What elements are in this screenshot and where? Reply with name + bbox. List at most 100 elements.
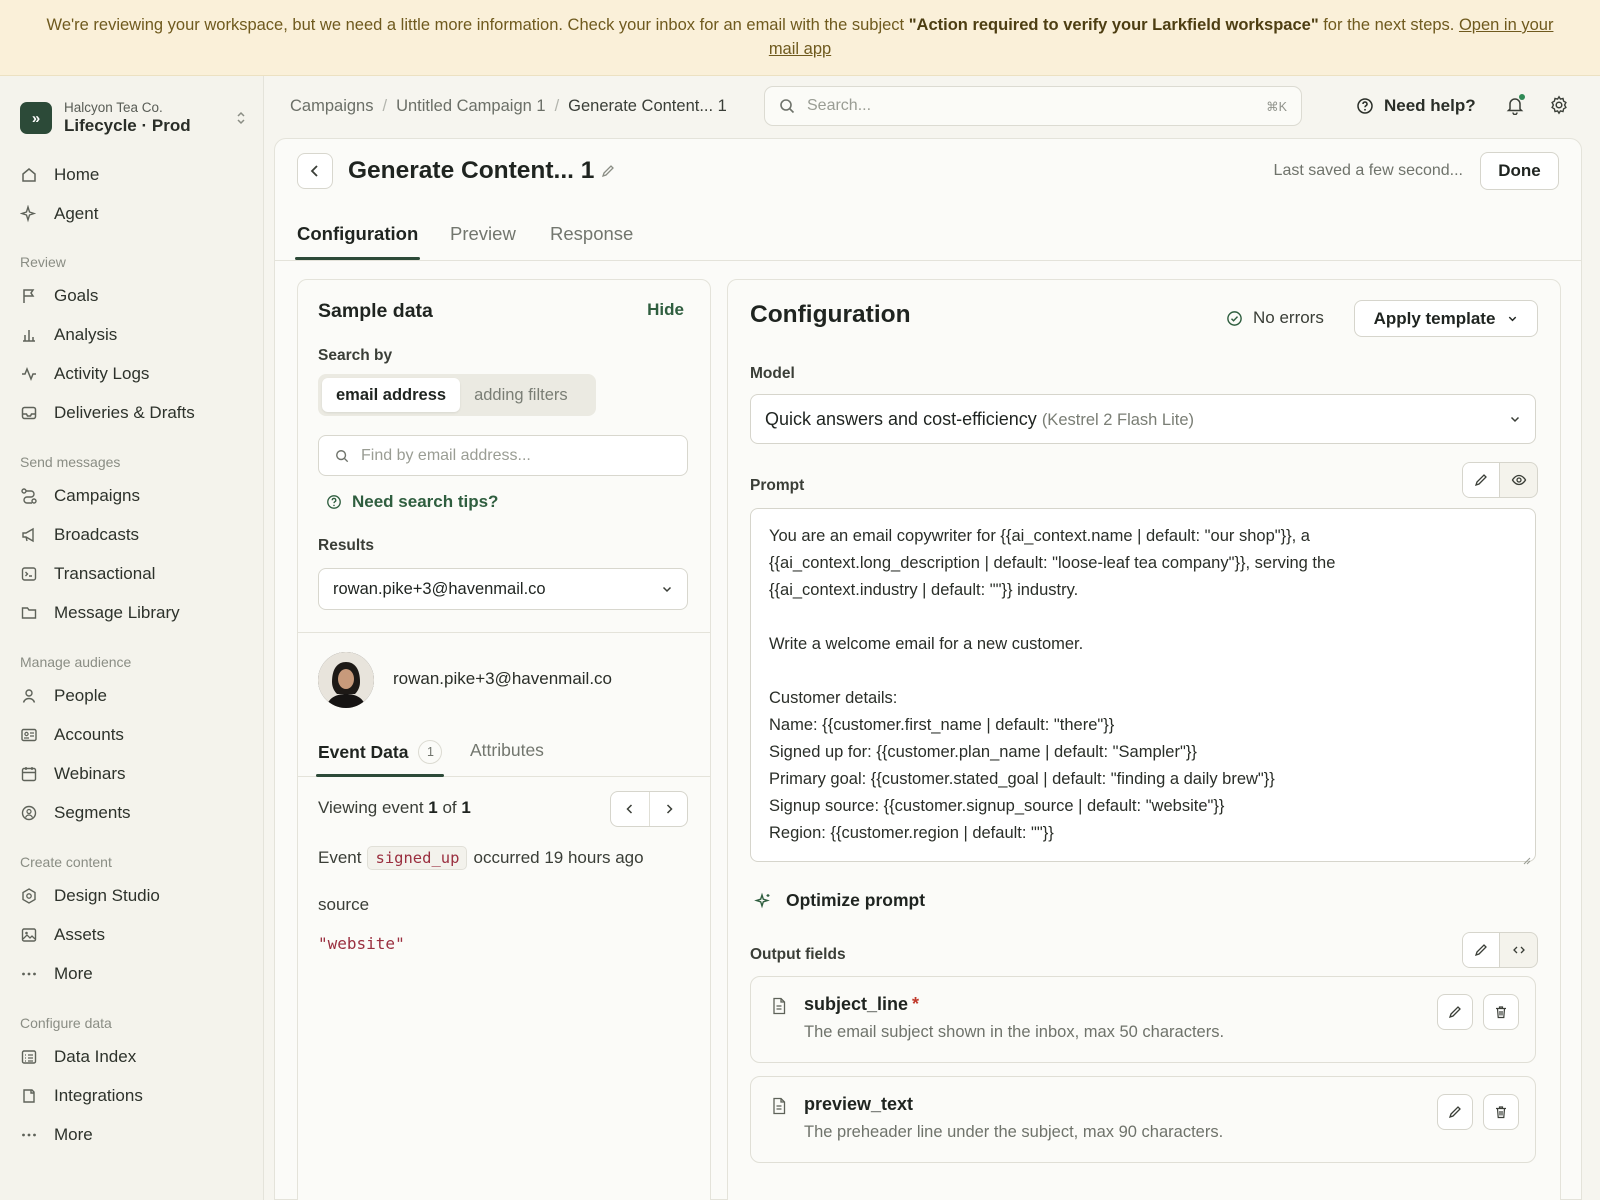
apply-template-button[interactable]: Apply template: [1354, 300, 1538, 337]
sidebar-item-deliveries[interactable]: Deliveries & Drafts: [20, 398, 246, 428]
sidebar-item-message-library[interactable]: Message Library: [20, 598, 246, 628]
trash-icon: [1496, 1106, 1506, 1119]
plug-icon: [20, 1087, 38, 1105]
prompt-line: You are an email copywriter for {{ai_con…: [769, 527, 1310, 545]
model-sub-value: (Kestrel 2 Flash Lite): [1041, 410, 1195, 429]
sidebar-item-agent[interactable]: Agent: [20, 199, 246, 229]
sidebar-item-accounts[interactable]: Accounts: [20, 720, 246, 750]
sidebar-item-home[interactable]: Home: [20, 160, 246, 190]
done-button[interactable]: Done: [1480, 152, 1559, 190]
prompt-preview-button[interactable]: [1500, 463, 1537, 497]
more-icon: [20, 965, 38, 983]
sidebar-item-broadcasts[interactable]: Broadcasts: [20, 520, 246, 550]
active-tab-indicator: [295, 257, 420, 260]
breadcrumb-separator: /: [554, 96, 560, 115]
resize-handle-icon[interactable]: [1521, 847, 1531, 865]
hide-sample-button[interactable]: Hide: [647, 300, 684, 320]
calendar-icon: [20, 765, 38, 783]
more-icon: [20, 1126, 38, 1144]
previous-event-button[interactable]: [611, 792, 649, 826]
output-field-description: The preheader line under the subject, ma…: [804, 1123, 1224, 1141]
notifications-button[interactable]: [1503, 93, 1527, 117]
prompt-line: Primary goal: {{customer.stated_goal | d…: [769, 770, 1275, 788]
tab-attributes[interactable]: Attributes: [470, 740, 544, 761]
sidebar-item-integrations[interactable]: Integrations: [20, 1081, 246, 1111]
question-circle-icon: [326, 494, 342, 510]
optimize-prompt-button[interactable]: Optimize prompt: [754, 890, 925, 911]
nav-section-manage-audience: Manage audience: [20, 654, 132, 670]
model-label: Model: [750, 365, 795, 382]
next-event-button[interactable]: [649, 792, 687, 826]
verification-banner: We're reviewing your workspace, but we n…: [0, 0, 1600, 76]
tab-configuration[interactable]: Configuration: [297, 221, 418, 247]
chevron-up-down-icon: [236, 111, 246, 126]
sidebar-item-segments[interactable]: Segments: [20, 798, 246, 828]
edit-title-button[interactable]: [598, 161, 618, 181]
chevron-left-icon: [310, 165, 318, 177]
sample-data-title: Sample data: [318, 300, 433, 322]
sidebar-item-label: Message Library: [54, 603, 180, 622]
sidebar-item-webinars[interactable]: Webinars: [20, 759, 246, 789]
settings-button[interactable]: [1547, 93, 1571, 117]
sidebar-item-goals[interactable]: Goals: [20, 281, 246, 311]
optimize-prompt-label: Optimize prompt: [786, 890, 926, 910]
sidebar-item-analysis[interactable]: Analysis: [20, 320, 246, 350]
tab-response[interactable]: Response: [550, 221, 633, 247]
sidebar-item-label: Webinars: [54, 764, 126, 783]
breadcrumb-campaign[interactable]: Untitled Campaign 1: [396, 97, 546, 116]
back-button[interactable]: [297, 153, 333, 189]
delete-field-button[interactable]: [1483, 994, 1519, 1030]
results-value: rowan.pike+3@havenmail.co: [333, 579, 546, 598]
help-button[interactable]: Need help?: [1356, 93, 1476, 119]
find-by-email-input[interactable]: Find by email address...: [318, 435, 688, 476]
sidebar-item-label: Assets: [54, 925, 106, 944]
breadcrumb-separator: /: [382, 96, 388, 115]
sidebar-item-people[interactable]: People: [20, 681, 246, 711]
sidebar-item-label: Agent: [54, 204, 99, 223]
viewing-event-text: Viewing event 1 of 1: [318, 798, 471, 818]
results-select[interactable]: rowan.pike+3@havenmail.co: [318, 568, 688, 610]
prompt-line: {{ai_context.long_description | default:…: [769, 554, 1336, 572]
viewing-prefix: Viewing event: [318, 798, 429, 817]
sparkle-icon: [20, 205, 38, 223]
breadcrumb-campaigns[interactable]: Campaigns: [290, 97, 373, 116]
search-tips-link[interactable]: Need search tips?: [326, 492, 498, 512]
sidebar-item-campaigns[interactable]: Campaigns: [20, 481, 246, 511]
search-by-email-option[interactable]: email address: [322, 378, 461, 412]
sidebar-item-activity-logs[interactable]: Activity Logs: [20, 359, 246, 389]
output-field-card: preview_text The preheader line under th…: [750, 1076, 1536, 1163]
banner-text: We're reviewing your workspace, but we n…: [46, 16, 909, 34]
sidebar-item-data-index[interactable]: Data Index: [20, 1042, 246, 1072]
output-fields-label: Output fields: [750, 946, 846, 963]
prompt-textarea[interactable]: You are an email copywriter for {{ai_con…: [750, 508, 1536, 865]
global-search[interactable]: Search... ⌘K: [764, 86, 1302, 126]
edit-field-button[interactable]: [1437, 1094, 1473, 1130]
person-email: rowan.pike+3@havenmail.co: [393, 669, 613, 688]
viewing-current: 1: [428, 798, 438, 817]
edit-field-button[interactable]: [1437, 994, 1473, 1030]
output-code-button[interactable]: [1500, 933, 1537, 967]
sidebar-item-more-data[interactable]: More: [20, 1120, 246, 1150]
search-by-filters-option[interactable]: adding filters: [460, 378, 582, 412]
document-icon: [771, 997, 787, 1015]
output-edit-button[interactable]: [1463, 933, 1500, 967]
tab-event-data[interactable]: Event Data 1: [318, 740, 443, 764]
delete-field-button[interactable]: [1483, 1094, 1519, 1130]
output-field-name-text: subject_line: [804, 994, 909, 1014]
model-select[interactable]: Quick answers and cost-efficiency (Kestr…: [750, 394, 1536, 444]
sidebar-item-design-studio[interactable]: Design Studio: [20, 881, 246, 911]
code-icon: [1512, 946, 1525, 954]
prompt-line: Signup source: {{customer.signup_source …: [769, 797, 1225, 815]
question-circle-icon: [1356, 97, 1374, 115]
prompt-line: {{ai_context.industry | default: ""}} in…: [769, 581, 1079, 599]
sidebar-item-more-content[interactable]: More: [20, 959, 246, 989]
tab-preview[interactable]: Preview: [450, 221, 516, 247]
sidebar-item-label: Goals: [54, 286, 99, 305]
segment-icon: [20, 804, 38, 822]
workspace-switcher[interactable]: » Halcyon Tea Co. Lifecycle · Prod: [20, 98, 246, 138]
document-icon: [771, 1097, 787, 1115]
prompt-edit-button[interactable]: [1463, 463, 1500, 497]
sidebar-item-assets[interactable]: Assets: [20, 920, 246, 950]
sidebar-item-transactional[interactable]: Transactional: [20, 559, 246, 589]
chevron-down-icon: [1507, 313, 1518, 324]
